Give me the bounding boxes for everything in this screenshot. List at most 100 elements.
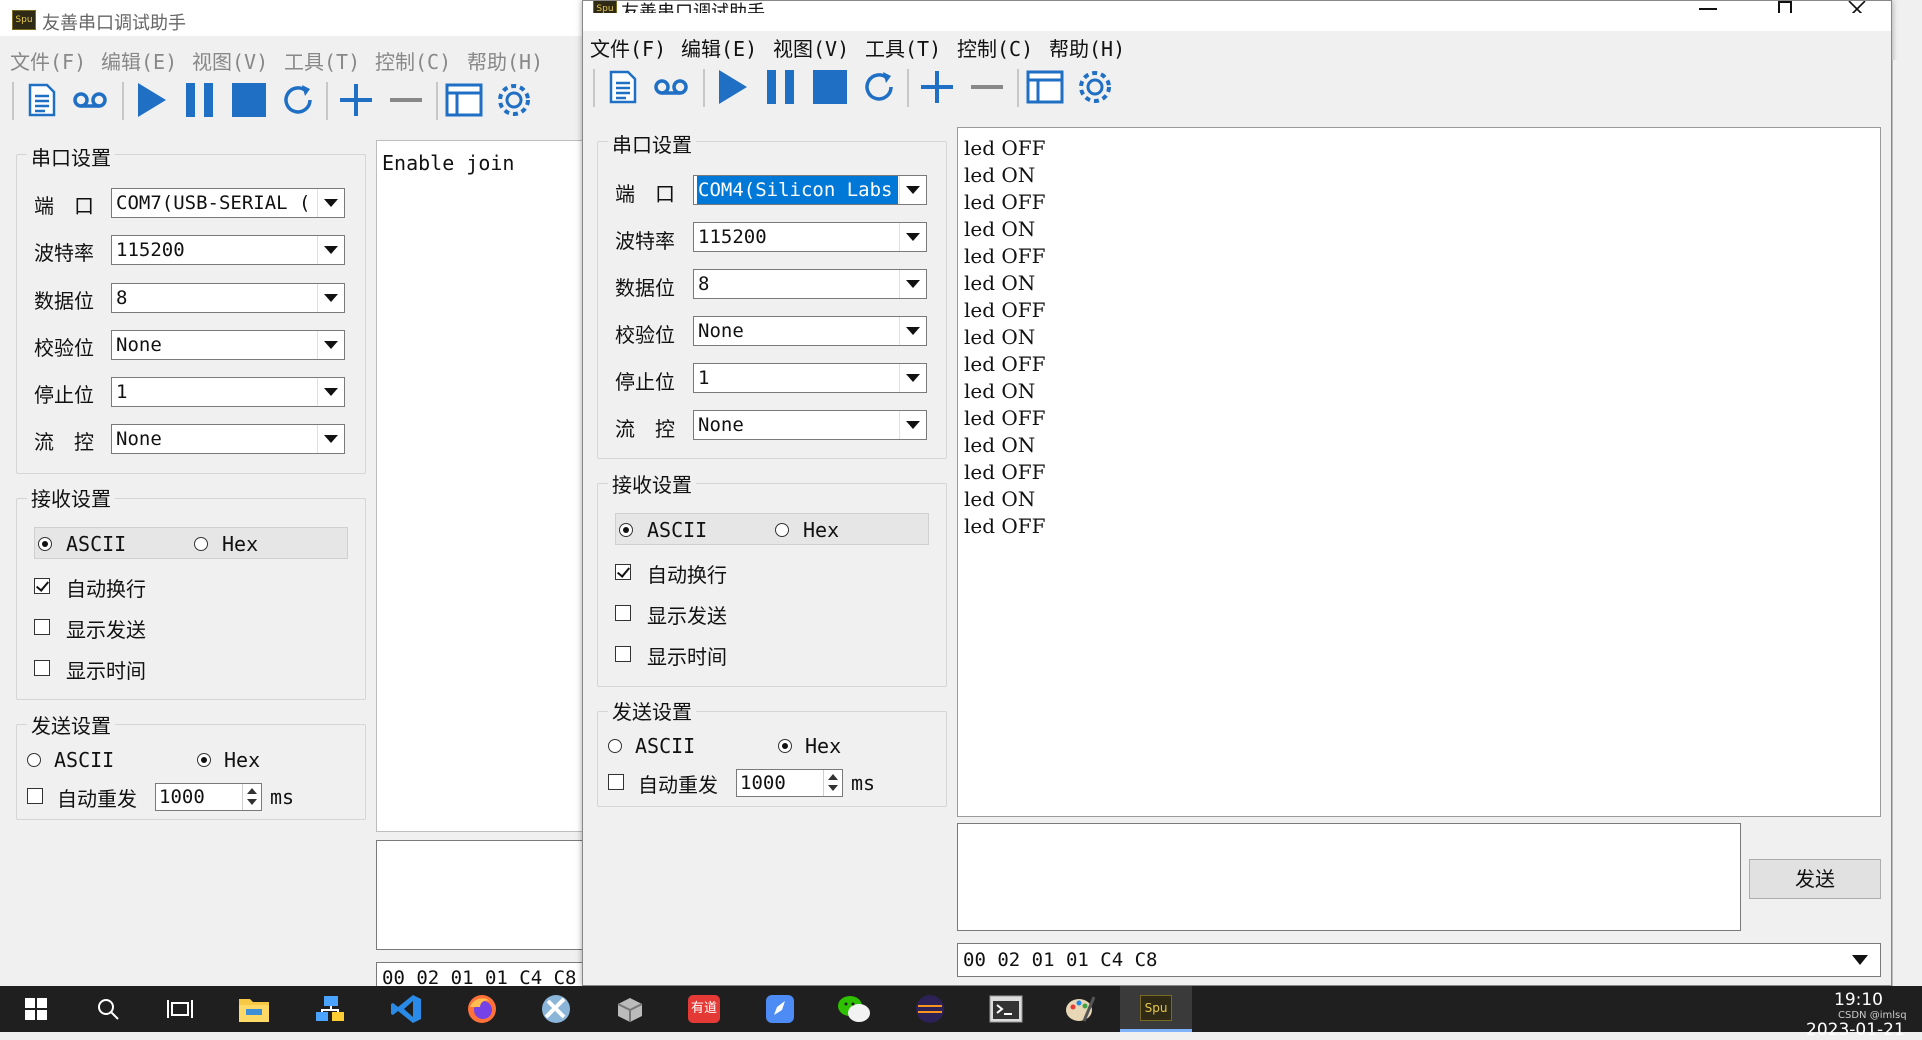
- fg-auto-wrap-checkbox[interactable]: [615, 564, 631, 580]
- window-icon[interactable]: [444, 80, 484, 120]
- fg-title-bar[interactable]: Spu 友善串口调试助手: [583, 1, 1891, 23]
- fg-port-select[interactable]: COM4(Silicon Labs: [693, 175, 927, 205]
- file-explorer-icon[interactable]: [218, 986, 290, 1032]
- window-icon[interactable]: [1025, 67, 1065, 107]
- bg-stopbits-select[interactable]: 1: [111, 377, 345, 407]
- doc-icon[interactable]: [603, 67, 643, 107]
- bg-auto-resend-checkbox[interactable]: [27, 788, 43, 804]
- firefox-icon[interactable]: [446, 986, 518, 1032]
- fg-baud-select[interactable]: 115200: [693, 222, 927, 252]
- fg-show-send-checkbox[interactable]: [615, 605, 631, 621]
- bg-title-bar[interactable]: Spu 友善串口调试助手: [0, 0, 584, 36]
- add-icon[interactable]: [917, 67, 957, 107]
- bg-flow-select[interactable]: None: [111, 424, 345, 454]
- doc-icon[interactable]: [22, 80, 62, 120]
- chevron-down-icon[interactable]: [1846, 946, 1874, 974]
- bg-menu-view[interactable]: 视图(V): [192, 46, 268, 75]
- windows-start-icon[interactable]: [0, 986, 72, 1032]
- bg-menu-tools[interactable]: 工具(T): [284, 46, 360, 75]
- loop-icon[interactable]: [70, 80, 110, 120]
- bg-interval-stepper[interactable]: 1000: [155, 783, 262, 811]
- chevron-down-icon[interactable]: [899, 411, 926, 439]
- fg-databits-select[interactable]: 8: [693, 269, 927, 299]
- bg-rx-hex-radio[interactable]: [194, 537, 208, 551]
- pause-icon[interactable]: [761, 67, 801, 107]
- chevron-down-icon[interactable]: [317, 331, 344, 359]
- play-icon[interactable]: [713, 67, 753, 107]
- chevron-down-icon[interactable]: [899, 317, 926, 345]
- stepper-arrows-icon[interactable]: [242, 784, 261, 810]
- fg-menu-control[interactable]: 控制(C): [957, 33, 1033, 62]
- fg-tx-hex-radio[interactable]: [778, 739, 792, 753]
- feishu-doc-icon[interactable]: [744, 986, 816, 1032]
- bg-parity-select[interactable]: None: [111, 330, 345, 360]
- chevron-down-icon[interactable]: [317, 378, 344, 406]
- bg-tx-ascii-radio[interactable]: [27, 753, 41, 767]
- fg-show-time-checkbox[interactable]: [615, 646, 631, 662]
- fg-parity-select[interactable]: None: [693, 316, 927, 346]
- bg-rx-ascii-radio[interactable]: [38, 537, 52, 551]
- refresh-icon[interactable]: [278, 80, 318, 120]
- bg-menu-control[interactable]: 控制(C): [375, 46, 451, 75]
- bg-show-time-checkbox[interactable]: [34, 660, 50, 676]
- terminal-icon[interactable]: [970, 986, 1042, 1032]
- send-button[interactable]: 发送: [1749, 859, 1881, 899]
- chevron-down-icon[interactable]: [317, 189, 344, 217]
- fg-menu-help[interactable]: 帮助(H): [1049, 33, 1125, 62]
- bg-databits-select[interactable]: 8: [111, 283, 345, 313]
- gear-icon[interactable]: [494, 80, 534, 120]
- chevron-down-icon[interactable]: [899, 176, 926, 204]
- bg-menu-help[interactable]: 帮助(H): [467, 46, 543, 75]
- bg-receive-area[interactable]: Enable join: [376, 140, 584, 832]
- fg-menu-edit[interactable]: 编辑(E): [681, 33, 757, 62]
- fg-menu-tools[interactable]: 工具(T): [865, 33, 941, 62]
- bg-port-select[interactable]: COM7(USB-SERIAL (: [111, 188, 345, 218]
- chevron-down-icon[interactable]: [317, 236, 344, 264]
- vm-cube-icon[interactable]: [594, 986, 666, 1032]
- chevron-down-icon[interactable]: [317, 425, 344, 453]
- task-view-icon[interactable]: [144, 986, 216, 1032]
- tool-globe-icon[interactable]: [520, 986, 592, 1032]
- fg-interval-stepper[interactable]: 1000: [736, 769, 843, 797]
- stop-icon[interactable]: [810, 67, 850, 107]
- network-app-icon[interactable]: [294, 986, 366, 1032]
- serial-assistant-task-icon[interactable]: Spu: [1120, 986, 1192, 1032]
- stepper-arrows-icon[interactable]: [823, 770, 842, 796]
- refresh-icon[interactable]: [859, 67, 899, 107]
- fg-stopbits-select[interactable]: 1: [693, 363, 927, 393]
- loop-icon[interactable]: [651, 67, 691, 107]
- chevron-down-icon[interactable]: [899, 270, 926, 298]
- fg-tx-history[interactable]: 00 02 01 01 C4 C8: [957, 943, 1881, 977]
- bg-show-send-checkbox[interactable]: [34, 619, 50, 635]
- gear-icon[interactable]: [1075, 67, 1115, 107]
- paint-icon[interactable]: [1044, 986, 1116, 1032]
- fg-flow-select[interactable]: None: [693, 410, 927, 440]
- vscode-icon[interactable]: [370, 986, 442, 1032]
- bg-menu-edit[interactable]: 编辑(E): [101, 46, 177, 75]
- fg-rx-ascii-radio[interactable]: [619, 523, 633, 537]
- add-icon[interactable]: [336, 80, 376, 120]
- remove-icon[interactable]: [386, 80, 426, 120]
- chevron-down-icon[interactable]: [899, 364, 926, 392]
- stop-icon[interactable]: [229, 80, 269, 120]
- wechat-icon[interactable]: [818, 986, 890, 1032]
- bg-baud-select[interactable]: 115200: [111, 235, 345, 265]
- youdao-icon[interactable]: 有道: [668, 986, 740, 1032]
- bg-menu-file[interactable]: 文件(F): [10, 46, 86, 75]
- search-icon[interactable]: [72, 986, 144, 1032]
- remove-icon[interactable]: [967, 67, 1007, 107]
- fg-menu-file[interactable]: 文件(F): [590, 33, 666, 62]
- fg-receive-area[interactable]: led OFF led ON led OFF led ON led OFF led ON l…: [957, 127, 1881, 817]
- fg-send-input[interactable]: [957, 823, 1741, 931]
- fg-rx-hex-radio[interactable]: [775, 523, 789, 537]
- fg-auto-resend-checkbox[interactable]: [608, 774, 624, 790]
- minimize-icon[interactable]: [1699, 8, 1717, 10]
- bg-send-input[interactable]: [376, 840, 584, 950]
- fg-tx-ascii-radio[interactable]: [608, 739, 622, 753]
- pause-icon[interactable]: [180, 80, 220, 120]
- clock-time[interactable]: 19:10: [1834, 990, 1883, 1010]
- bg-auto-wrap-checkbox[interactable]: [34, 578, 50, 594]
- fg-menu-view[interactable]: 视图(V): [773, 33, 849, 62]
- bg-tx-hex-radio[interactable]: [197, 753, 211, 767]
- eclipse-icon[interactable]: [894, 986, 966, 1032]
